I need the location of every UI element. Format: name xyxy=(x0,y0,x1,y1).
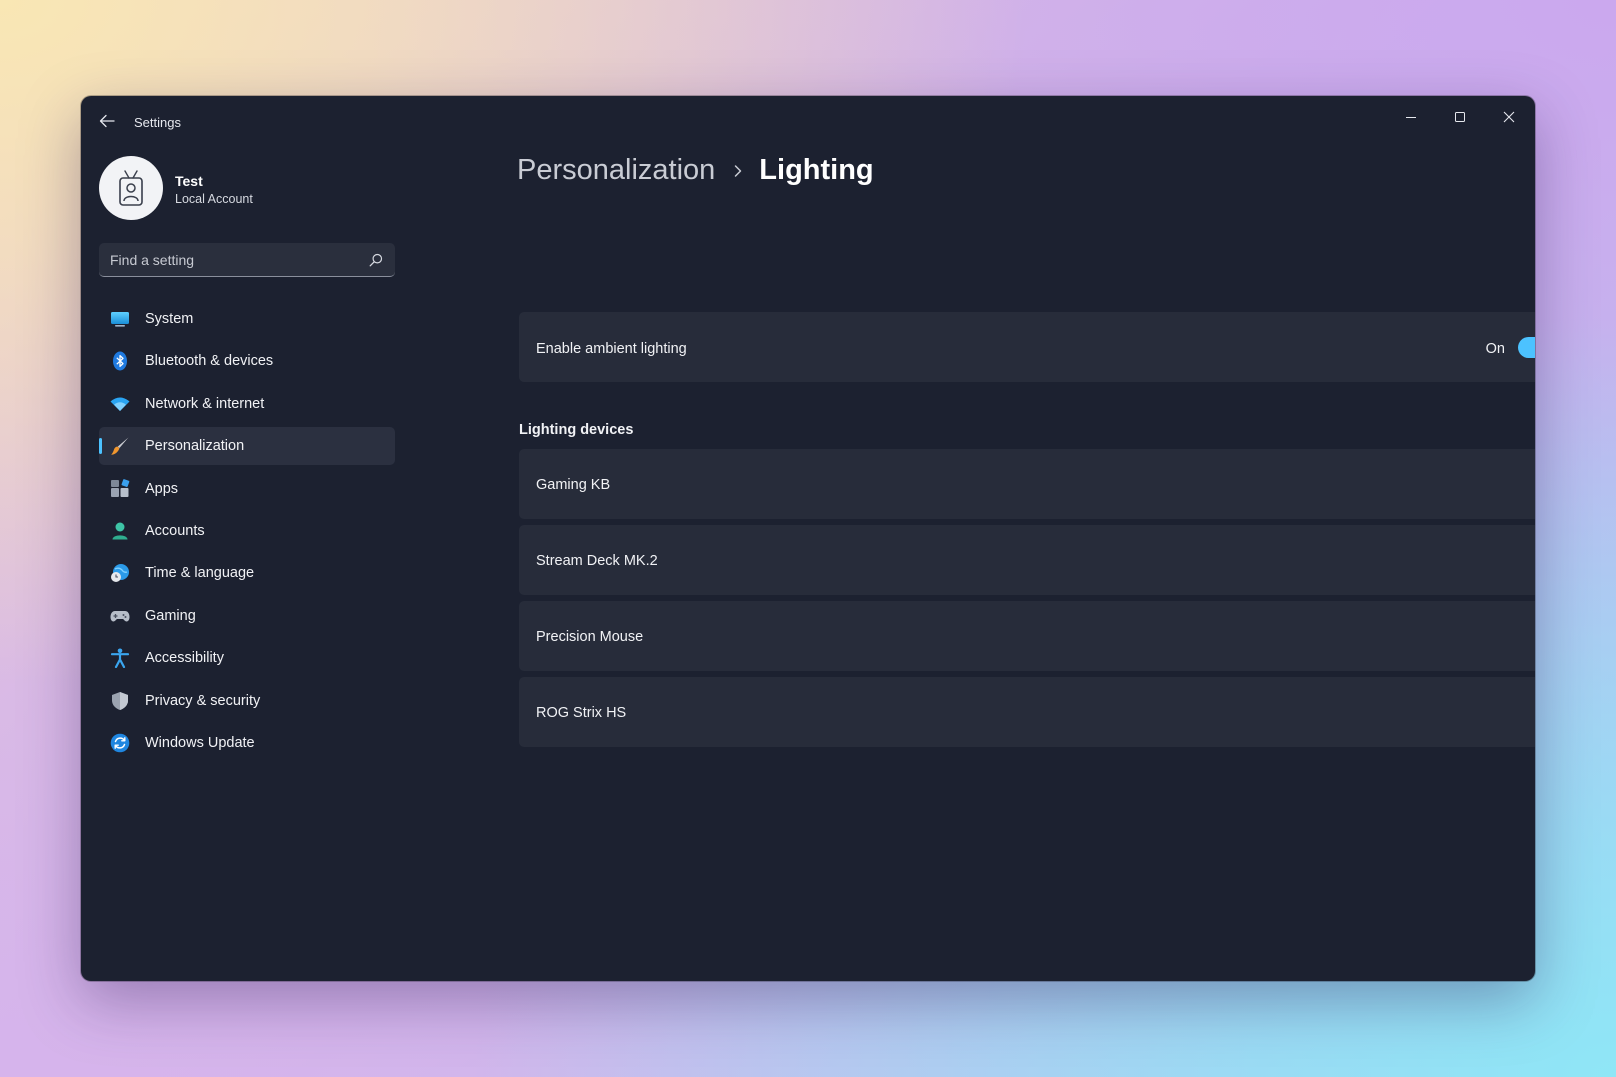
search-input[interactable] xyxy=(99,243,359,276)
sidebar-item-personalization[interactable]: Personalization xyxy=(99,427,395,466)
breadcrumb: Personalization Lighting xyxy=(517,154,874,187)
minimize-icon xyxy=(1406,117,1416,118)
sidebar-item-label: Privacy & security xyxy=(145,692,261,709)
sidebar-item-label: Accounts xyxy=(145,522,205,539)
back-button[interactable] xyxy=(95,110,119,132)
search-box xyxy=(99,243,395,277)
toggle-state-label: On xyxy=(1485,341,1505,357)
user-name: Test xyxy=(175,173,203,189)
back-arrow-icon xyxy=(99,114,115,128)
chevron-right-icon xyxy=(735,164,742,177)
accessibility-icon xyxy=(110,648,130,669)
device-label: Gaming KB xyxy=(536,477,611,493)
person-icon xyxy=(112,522,128,540)
sidebar-item-accessibility[interactable]: Accessibility xyxy=(99,639,395,677)
search-icon[interactable] xyxy=(369,253,383,267)
avatar[interactable] xyxy=(99,156,163,220)
wifi-icon xyxy=(110,397,130,411)
sidebar-item-system[interactable]: System xyxy=(99,300,395,338)
sidebar-item-label: Network & internet xyxy=(145,395,265,412)
settings-window: Settings Test Local Account Find a setti… xyxy=(81,96,1535,981)
apps-icon xyxy=(111,478,130,497)
sidebar-item-label: Windows Update xyxy=(145,734,255,751)
minimize-button[interactable] xyxy=(1388,102,1434,132)
sidebar-item-label: Accessibility xyxy=(145,650,224,667)
device-label: Stream Deck MK.2 xyxy=(536,553,658,569)
ambient-lighting-toggle[interactable] xyxy=(1518,337,1535,358)
sidebar-item-apps[interactable]: Apps xyxy=(99,470,395,508)
sidebar-item-accounts[interactable]: Accounts xyxy=(99,512,395,550)
maximize-button[interactable] xyxy=(1437,102,1483,132)
close-button[interactable] xyxy=(1486,102,1532,132)
device-item-stream-deck[interactable]: Stream Deck MK.2 xyxy=(519,525,1535,595)
sidebar-item-gaming[interactable]: Gaming xyxy=(99,597,395,635)
sidebar-item-time-language[interactable]: Time & language xyxy=(99,554,395,592)
device-item-precision-mouse[interactable]: Precision Mouse xyxy=(519,601,1535,671)
device-item-gaming-kb[interactable]: Gaming KB xyxy=(519,449,1535,519)
sidebar-item-label: Apps xyxy=(145,480,179,497)
sidebar-item-label: Personalization xyxy=(145,438,245,455)
section-title-lighting-devices: Lighting devices xyxy=(519,422,634,438)
sidebar-item-label: Time & language xyxy=(145,565,255,582)
account-type: Local Account xyxy=(175,192,253,206)
shield-icon xyxy=(112,691,128,710)
sidebar-item-label: Gaming xyxy=(145,607,196,624)
app-title: Settings xyxy=(134,115,181,130)
page-title: Lighting xyxy=(759,154,874,186)
sidebar-item-label: Bluetooth & devices xyxy=(145,353,274,370)
device-item-rog-strix-hs[interactable]: ROG Strix HS xyxy=(519,677,1535,747)
sidebar-item-windows-update[interactable]: Windows Update xyxy=(99,724,395,762)
paintbrush-icon xyxy=(111,437,129,455)
sidebar-item-label: System xyxy=(145,311,194,327)
title-bar: Settings xyxy=(81,96,1535,144)
device-label: Precision Mouse xyxy=(536,629,644,645)
sidebar: Test Local Account System xyxy=(81,144,411,974)
close-icon xyxy=(1503,111,1515,123)
sidebar-nav: System Bluetooth & devices Network & int… xyxy=(99,300,395,766)
ambient-lighting-label: Enable ambient lighting xyxy=(536,341,687,357)
monitor-icon xyxy=(111,312,129,327)
update-icon xyxy=(110,733,130,753)
ambient-lighting-card: Enable ambient lighting On xyxy=(519,312,1535,382)
device-label: ROG Strix HS xyxy=(536,705,627,721)
bluetooth-icon xyxy=(113,351,127,371)
breadcrumb-separator xyxy=(733,164,743,178)
main-content: Personalization Lighting Enable ambient … xyxy=(411,144,1535,974)
maximize-icon xyxy=(1455,112,1465,122)
sidebar-item-bluetooth[interactable]: Bluetooth & devices xyxy=(99,342,395,380)
globe-clock-icon xyxy=(111,564,129,583)
sidebar-item-privacy[interactable]: Privacy & security xyxy=(99,682,395,720)
gamepad-icon xyxy=(110,610,130,622)
user-badge-icon xyxy=(119,170,143,206)
breadcrumb-parent[interactable]: Personalization xyxy=(517,154,715,187)
sidebar-item-network[interactable]: Network & internet xyxy=(99,385,395,423)
